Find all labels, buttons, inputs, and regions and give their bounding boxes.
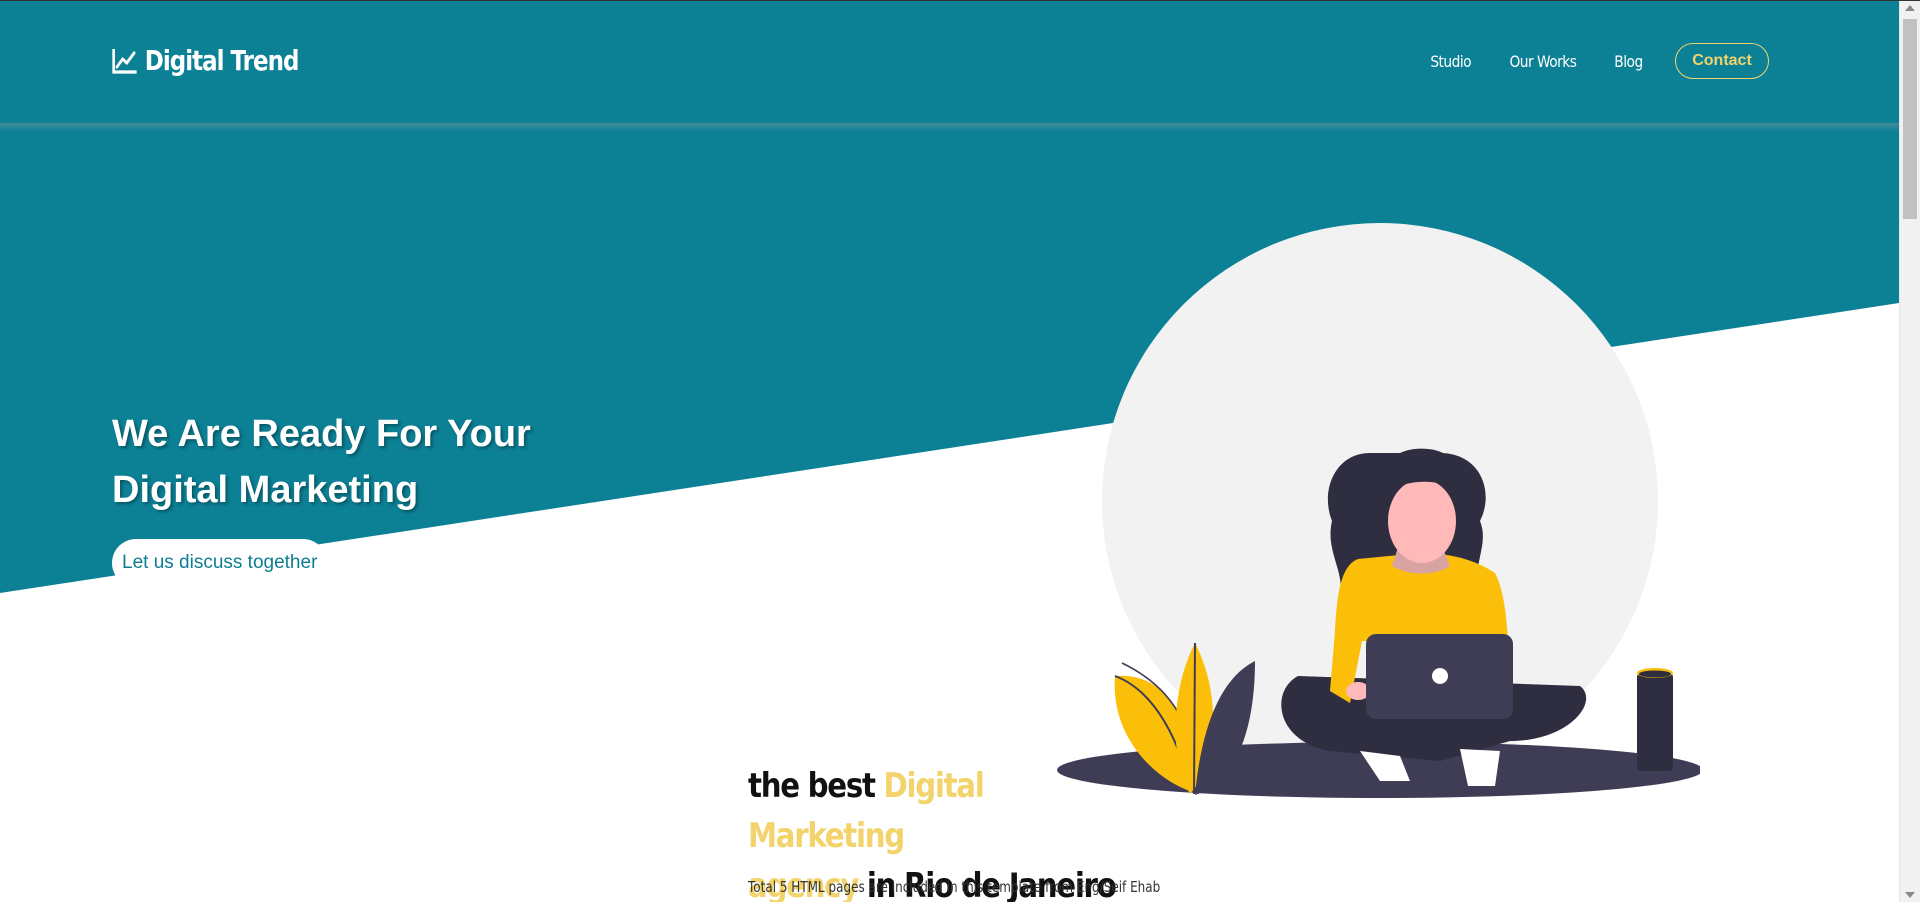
brand-name: Digital Trend — [144, 44, 300, 77]
scroll-thumb[interactable] — [1903, 19, 1917, 219]
nav-menu: Studio Our Works Blog Contact — [1397, 43, 1769, 79]
page: Digital Trend Studio Our Works Blog Cont… — [0, 1, 1899, 902]
hero-title-line1: We Are Ready For Your — [112, 413, 531, 455]
scroll-down-arrow-icon[interactable] — [1905, 892, 1915, 898]
scroll-up-arrow-icon[interactable] — [1905, 5, 1915, 11]
navbar: Digital Trend Studio Our Works Blog Cont… — [0, 1, 1899, 123]
nav-link-our-works[interactable]: Our Works — [1510, 52, 1577, 71]
nav-link-studio[interactable]: Studio — [1430, 52, 1471, 71]
hero-title: We Are Ready For Your Digital Marketing — [112, 406, 632, 518]
agency-heading-part1: the best — [748, 766, 884, 806]
hero-title-line2: Digital Marketing — [112, 469, 419, 511]
chart-line-icon — [112, 48, 137, 74]
navbar-divider — [0, 123, 1899, 131]
contact-button[interactable]: Contact — [1675, 43, 1769, 79]
page-scrollbar[interactable] — [1899, 1, 1920, 902]
agency-description: Total 5 HTML pages are included in this … — [748, 878, 1161, 896]
discuss-button[interactable]: Let us discuss together — [112, 539, 328, 587]
woman-with-laptop-illustration — [1057, 223, 1700, 798]
nav-link-blog[interactable]: Blog — [1614, 52, 1643, 71]
brand-logo[interactable]: Digital Trend — [112, 44, 300, 77]
